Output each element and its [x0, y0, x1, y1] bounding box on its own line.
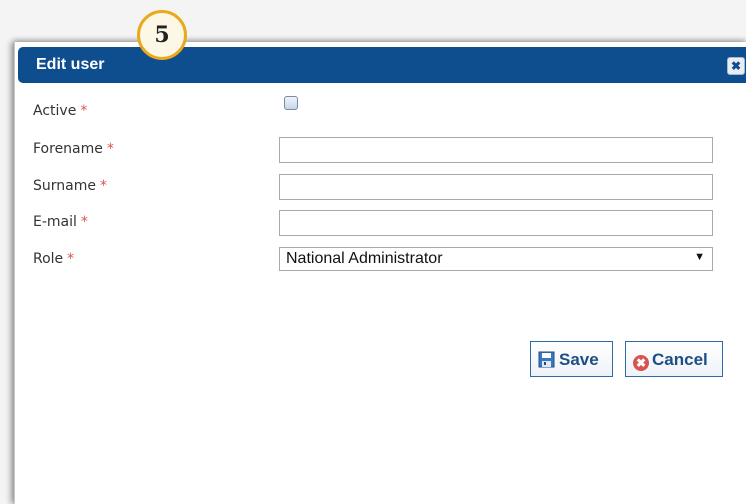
required-marker: *: [67, 251, 75, 267]
required-marker: *: [80, 103, 88, 119]
close-icon: ✖: [730, 59, 742, 73]
email-label-text: E-mail: [33, 214, 77, 230]
cancel-icon: ✖: [633, 355, 649, 371]
email-input[interactable]: [279, 210, 713, 236]
edit-user-dialog: Edit user ✖: [14, 42, 746, 504]
role-label: Role *: [33, 251, 74, 267]
dialog-title: Edit user: [36, 56, 105, 73]
save-icon: [538, 351, 555, 368]
save-button-label: Save: [559, 350, 599, 369]
step-number-badge: 5: [137, 10, 187, 60]
save-button[interactable]: Save: [530, 341, 613, 377]
page: 5 Edit user ✖ Active * Forename * Surname *…: [0, 0, 746, 504]
surname-label-text: Surname: [33, 178, 96, 194]
cancel-button[interactable]: ✖ Cancel: [625, 341, 723, 377]
required-marker: *: [99, 178, 107, 194]
required-marker: *: [80, 214, 88, 230]
cancel-button-label: Cancel: [652, 350, 708, 369]
active-label-text: Active: [33, 103, 77, 119]
role-selected-value: National Administrator: [286, 250, 443, 267]
dialog-titlebar: Edit user ✖: [18, 47, 746, 83]
surname-input[interactable]: [279, 174, 713, 200]
close-button[interactable]: ✖: [727, 57, 745, 75]
role-select[interactable]: National Administrator ▼: [279, 247, 713, 271]
forename-input[interactable]: [279, 137, 713, 163]
active-checkbox[interactable]: [284, 96, 298, 110]
forename-label: Forename *: [33, 141, 114, 157]
surname-label: Surname *: [33, 178, 107, 194]
required-marker: *: [106, 141, 114, 157]
dropdown-arrow-icon: ▼: [694, 251, 705, 263]
active-label: Active *: [33, 103, 87, 119]
email-label: E-mail *: [33, 214, 88, 230]
role-label-text: Role: [33, 251, 64, 267]
forename-label-text: Forename: [33, 141, 103, 157]
